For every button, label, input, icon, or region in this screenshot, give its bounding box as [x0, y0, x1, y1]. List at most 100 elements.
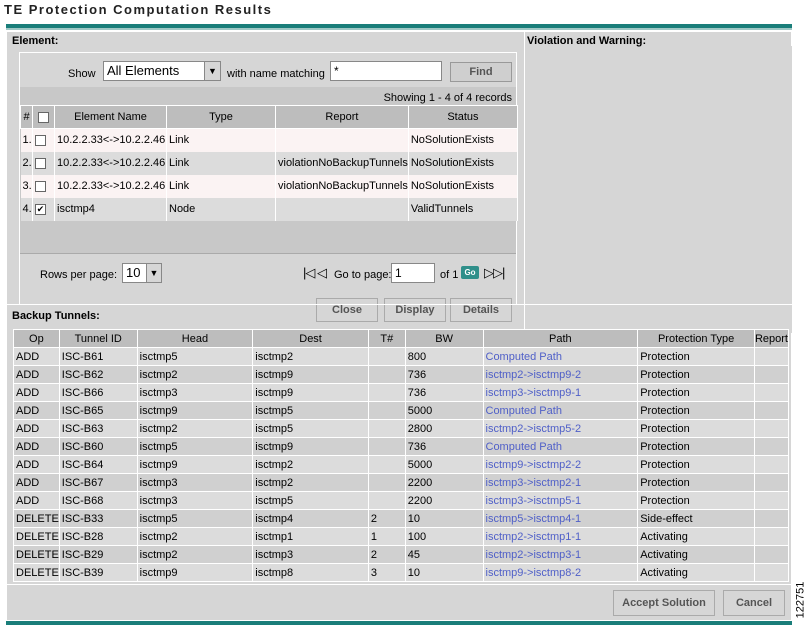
- show-select[interactable]: All Elements ▼: [103, 61, 221, 81]
- row-checkbox-cell[interactable]: [32, 151, 55, 175]
- col-bw[interactable]: BW: [404, 329, 484, 348]
- col-status[interactable]: Status: [407, 105, 519, 129]
- tunnel-row[interactable]: DELETE ISC-B28 isctmp2 isctmp1 1 100 isctmp2->…: [13, 527, 790, 546]
- violation-panel: [524, 46, 792, 333]
- col-op[interactable]: Op: [13, 329, 60, 348]
- row-checkbox-cell[interactable]: ✔: [32, 197, 55, 221]
- col-element-name[interactable]: Element Name: [54, 105, 167, 129]
- first-page-icon[interactable]: |◁: [303, 265, 315, 280]
- tunnel-head: isctmp2: [136, 527, 254, 546]
- tunnel-path-link[interactable]: isctmp3->isctmp2-1: [482, 473, 639, 492]
- tunnel-dest: isctmp8: [252, 563, 369, 582]
- col-dest[interactable]: Dest: [252, 329, 369, 348]
- col-t-number[interactable]: T#: [367, 329, 406, 348]
- col-number: #: [20, 105, 33, 129]
- row-number: 1.: [20, 128, 33, 152]
- tunnel-row[interactable]: ADD ISC-B62 isctmp2 isctmp9 736 isctmp2->isct…: [13, 365, 790, 384]
- element-row[interactable]: 3. 10.2.2.33<->10.2.2.46 Link violationNoBa…: [20, 174, 519, 198]
- tunnel-path-link[interactable]: isctmp2->isctmp5-2: [482, 419, 639, 438]
- tunnel-row[interactable]: ADD ISC-B66 isctmp3 isctmp9 736 isctmp3->isct…: [13, 383, 790, 402]
- tunnel-row[interactable]: ADD ISC-B60 isctmp5 isctmp9 736 Computed Path…: [13, 437, 790, 456]
- display-button[interactable]: Display: [384, 298, 446, 322]
- accept-solution-button[interactable]: Accept Solution: [613, 590, 715, 616]
- tunnel-path-link[interactable]: isctmp2->isctmp9-2: [482, 365, 639, 384]
- element-name: 10.2.2.33<->10.2.2.46: [54, 128, 167, 152]
- tunnel-report: [753, 455, 790, 474]
- row-checkbox-cell[interactable]: [32, 174, 55, 198]
- tunnel-report: [753, 437, 790, 456]
- tunnel-path-link[interactable]: Computed Path: [482, 347, 639, 366]
- element-report: violationNoBackupTunnels: [275, 174, 409, 198]
- select-all-checkbox[interactable]: [38, 111, 49, 123]
- tunnel-id: ISC-B63: [58, 419, 138, 438]
- col-type[interactable]: Type: [166, 105, 276, 129]
- tunnel-report: [753, 563, 790, 582]
- cancel-button[interactable]: Cancel: [723, 590, 785, 616]
- tunnel-bw: 10: [404, 509, 484, 528]
- prev-page-icon[interactable]: ◁: [317, 265, 327, 280]
- figure-number-text: 122751: [794, 581, 807, 619]
- row-checkbox[interactable]: [35, 134, 46, 146]
- tunnel-row[interactable]: ADD ISC-B65 isctmp9 isctmp5 5000 Computed Pat…: [13, 401, 790, 420]
- tunnel-row[interactable]: ADD ISC-B67 isctmp3 isctmp2 2200 isctmp3->isc…: [13, 473, 790, 492]
- tunnel-head: isctmp3: [136, 473, 254, 492]
- close-button[interactable]: Close: [316, 298, 378, 322]
- last-page-icon[interactable]: ▷|: [493, 265, 505, 280]
- go-button[interactable]: Go: [461, 266, 479, 279]
- tunnel-path-link[interactable]: isctmp9->isctmp2-2: [482, 455, 639, 474]
- col-report[interactable]: Report: [275, 105, 409, 129]
- tunnel-row[interactable]: ADD ISC-B68 isctmp3 isctmp5 2200 isctmp3->isc…: [13, 491, 790, 510]
- col-tunnel-id[interactable]: Tunnel ID: [58, 329, 138, 348]
- tunnel-t-number: 2: [367, 545, 406, 564]
- tunnel-row[interactable]: ADD ISC-B61 isctmp5 isctmp2 800 Computed Path…: [13, 347, 790, 366]
- tunnel-row[interactable]: DELETE ISC-B33 isctmp5 isctmp4 2 10 isctmp5->i…: [13, 509, 790, 528]
- next-page-icon[interactable]: ▷: [484, 265, 494, 280]
- tunnel-path-link[interactable]: isctmp5->isctmp4-1: [482, 509, 639, 528]
- show-label: Show: [68, 68, 96, 80]
- footer-divider: [7, 584, 793, 585]
- tunnel-bw: 736: [404, 437, 484, 456]
- tunnel-protection-type: Protection: [637, 491, 755, 510]
- tunnel-path-link[interactable]: Computed Path: [482, 437, 639, 456]
- tunnel-report: [753, 527, 790, 546]
- details-button[interactable]: Details: [450, 298, 512, 322]
- row-checkbox-cell[interactable]: [32, 128, 55, 152]
- tunnel-path-link[interactable]: isctmp2->isctmp1-1: [482, 527, 639, 546]
- tunnel-path-link[interactable]: isctmp3->isctmp5-1: [482, 491, 639, 510]
- element-report: [275, 197, 409, 221]
- col-report[interactable]: Report: [753, 329, 790, 348]
- tunnel-op: ADD: [13, 365, 60, 384]
- col-select-all[interactable]: [32, 105, 55, 129]
- tunnel-row[interactable]: ADD ISC-B64 isctmp9 isctmp2 5000 isctmp9->isc…: [13, 455, 790, 474]
- element-row[interactable]: 1. 10.2.2.33<->10.2.2.46 Link NoSolutionExi…: [20, 128, 519, 152]
- tunnel-report: [753, 347, 790, 366]
- rows-per-page-select[interactable]: 10 ▼: [122, 263, 162, 283]
- tunnel-row[interactable]: ADD ISC-B63 isctmp2 isctmp5 2800 isctmp2->isc…: [13, 419, 790, 438]
- page-title: TE Protection Computation Results: [4, 2, 273, 17]
- tunnel-path-link[interactable]: isctmp3->isctmp9-1: [482, 383, 639, 402]
- element-row[interactable]: 4. ✔ isctmp4 Node ValidTunnels: [20, 197, 519, 221]
- element-status: NoSolutionExists: [408, 174, 519, 198]
- chevron-down-icon[interactable]: ▼: [146, 264, 161, 282]
- name-match-input[interactable]: *: [330, 61, 442, 81]
- tunnel-path-link[interactable]: isctmp9->isctmp8-2: [482, 563, 639, 582]
- col-path[interactable]: Path: [482, 329, 639, 348]
- tunnel-row[interactable]: DELETE ISC-B29 isctmp2 isctmp3 2 45 isctmp2->i…: [13, 545, 790, 564]
- tunnel-t-number: [367, 347, 406, 366]
- row-checkbox[interactable]: [35, 180, 46, 192]
- tunnel-id: ISC-B65: [58, 401, 138, 420]
- tunnel-bw: 45: [404, 545, 484, 564]
- tunnel-row[interactable]: DELETE ISC-B39 isctmp9 isctmp8 3 10 isctmp9->i…: [13, 563, 790, 582]
- col-protection-type[interactable]: Protection Type: [637, 329, 755, 348]
- title-rule: [6, 24, 792, 30]
- find-button[interactable]: Find: [450, 62, 512, 82]
- row-checkbox[interactable]: ✔: [35, 203, 46, 215]
- page-number-input[interactable]: 1: [391, 263, 435, 283]
- element-row[interactable]: 2. 10.2.2.33<->10.2.2.46 Link violationNoBa…: [20, 151, 519, 175]
- chevron-down-icon[interactable]: ▼: [204, 62, 220, 80]
- tunnel-report: [753, 509, 790, 528]
- col-head[interactable]: Head: [136, 329, 254, 348]
- row-checkbox[interactable]: [35, 157, 46, 169]
- tunnel-path-link[interactable]: isctmp2->isctmp3-1: [482, 545, 639, 564]
- tunnel-path-link[interactable]: Computed Path: [482, 401, 639, 420]
